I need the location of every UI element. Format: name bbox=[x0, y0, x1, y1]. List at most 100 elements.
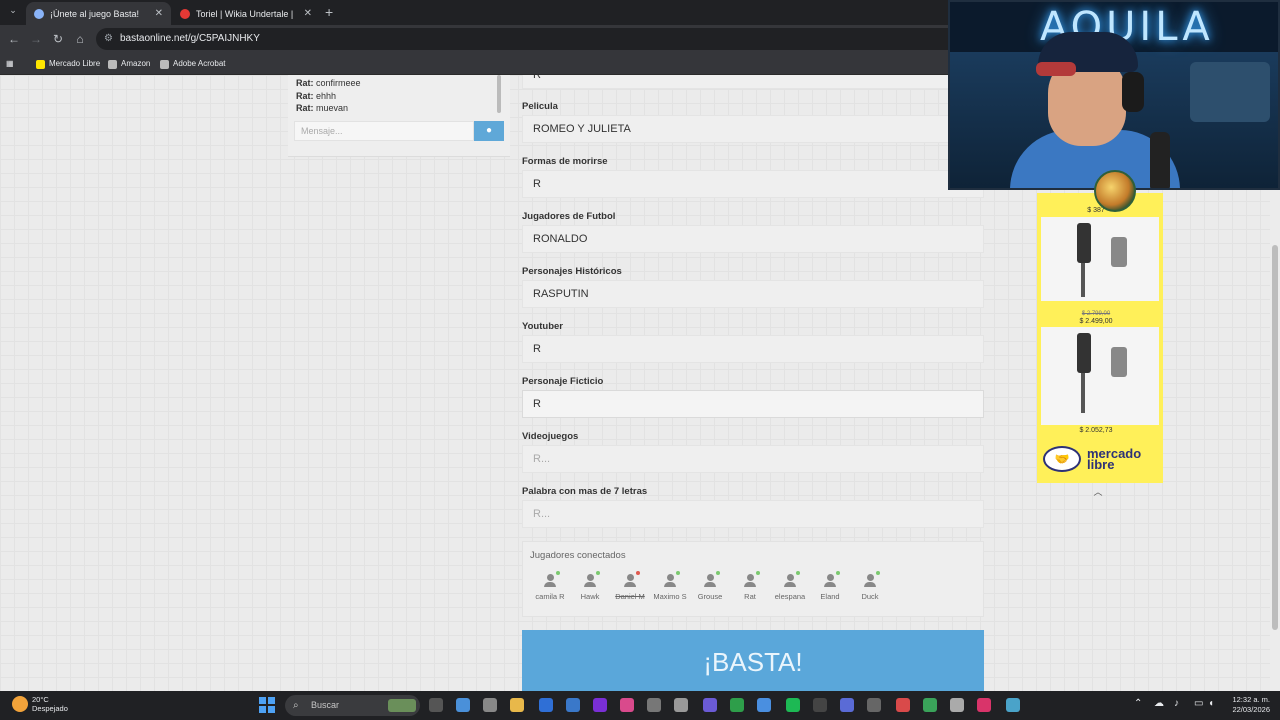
tray-chevron-icon[interactable]: ⌃ bbox=[1134, 698, 1142, 709]
category-label: Formas de morirse bbox=[522, 156, 608, 167]
site-info-icon[interactable]: ⚙ bbox=[104, 28, 113, 50]
url-text: bastaonline.net/g/C5PAIJNHKY bbox=[120, 33, 260, 44]
tray-mic-icon[interactable]: ♪ bbox=[1174, 698, 1179, 709]
app-icon[interactable] bbox=[1006, 698, 1020, 712]
tab-basta[interactable]: ¡Únete al juego Basta! ✕ bbox=[26, 2, 171, 25]
player-item: Daniel M bbox=[609, 571, 651, 601]
chrome-icon[interactable] bbox=[757, 698, 771, 712]
tab-toriel[interactable]: Toriel | Wikia Undertale | Fandom ✕ bbox=[172, 2, 320, 25]
player-name: Hawk bbox=[580, 592, 600, 601]
home-icon[interactable]: ⌂ bbox=[72, 31, 88, 47]
address-bar[interactable]: ⚙ bastaonline.net/g/C5PAIJNHKY bbox=[96, 28, 996, 50]
user-icon bbox=[624, 571, 640, 587]
category-field-palabra-larga[interactable]: R... bbox=[522, 500, 984, 528]
settings-icon[interactable] bbox=[456, 698, 470, 712]
microphone-icon bbox=[1150, 132, 1170, 188]
tray-display-icon[interactable]: ▭ bbox=[1194, 698, 1203, 709]
ad-product-image[interactable] bbox=[1041, 327, 1159, 425]
app-icon[interactable] bbox=[539, 698, 553, 712]
user-icon bbox=[584, 571, 600, 587]
forward-icon[interactable]: → bbox=[28, 31, 44, 47]
discord-icon[interactable] bbox=[703, 698, 717, 712]
category-field-personajes-historicos[interactable]: RASPUTIN bbox=[522, 280, 984, 308]
send-message-button[interactable]: ● bbox=[474, 121, 504, 141]
user-icon bbox=[544, 571, 560, 587]
ad-product-image[interactable] bbox=[1041, 217, 1159, 301]
user-icon bbox=[784, 571, 800, 587]
app-icon[interactable] bbox=[813, 698, 827, 712]
globe-icon bbox=[34, 8, 44, 19]
category-field-partial[interactable]: R bbox=[522, 75, 984, 89]
webcam-person-cap-brim bbox=[1036, 62, 1076, 76]
windows-taskbar: 20°C Despejado ⌕ Buscar ⌃ ☁ ♪ ▭ ◖ 12:32 a… bbox=[0, 691, 1280, 720]
category-label: Jugadores de Futbol bbox=[522, 211, 616, 222]
tray-volume-icon[interactable]: ◖ bbox=[1208, 698, 1214, 709]
scrollbar-thumb[interactable] bbox=[1272, 245, 1278, 630]
player-name: elespana bbox=[774, 592, 806, 601]
app-icon[interactable] bbox=[840, 698, 854, 712]
taskbar-clock[interactable]: 12:32 a. m. 22/03/2026 bbox=[1224, 695, 1270, 715]
chat-user: Rat: bbox=[296, 90, 314, 101]
instagram-icon[interactable] bbox=[620, 698, 634, 712]
next-app-icon[interactable] bbox=[593, 698, 607, 712]
clock-date: 22/03/2026 bbox=[1232, 705, 1270, 714]
handshake-icon: 🤝 bbox=[1043, 446, 1081, 472]
chat-bubble-icon: ● bbox=[485, 125, 493, 136]
close-tab-icon[interactable]: ✕ bbox=[304, 8, 312, 19]
bookmark-mercado-libre[interactable]: Mercado Libre bbox=[36, 57, 100, 71]
app-icon[interactable] bbox=[674, 698, 688, 712]
task-view-icon[interactable] bbox=[429, 698, 443, 712]
acrobat-icon bbox=[160, 59, 169, 69]
player-item: Grouse bbox=[689, 571, 731, 601]
taskbar-search[interactable]: ⌕ Buscar bbox=[285, 695, 420, 716]
category-field-jugadores-de-futbol[interactable]: RONALDO bbox=[522, 225, 984, 253]
back-icon[interactable]: ← bbox=[6, 31, 22, 47]
bookmark-amazon[interactable]: Amazon bbox=[108, 57, 150, 71]
obs-icon[interactable] bbox=[647, 698, 661, 712]
store-icon[interactable] bbox=[483, 698, 497, 712]
ad-old-price: $ 2.799,00 bbox=[1081, 311, 1111, 317]
category-field-formas-de-morirse[interactable]: R bbox=[522, 170, 984, 198]
apps-icon[interactable]: ▦ bbox=[6, 57, 14, 71]
amazon-icon bbox=[108, 59, 117, 69]
bookmark-adobe-acrobat[interactable]: Adobe Acrobat bbox=[160, 57, 225, 71]
category-field-videojuegos[interactable]: R... bbox=[522, 445, 984, 473]
category-field-pelicula[interactable]: ROMEO Y JULIETA bbox=[522, 115, 984, 143]
ad-collapse-icon[interactable]: ︿ bbox=[1091, 485, 1105, 497]
weather-widget[interactable]: 20°C Despejado bbox=[12, 695, 68, 713]
player-item: Maximo S bbox=[649, 571, 691, 601]
tray-cloud-icon[interactable]: ☁ bbox=[1154, 698, 1164, 709]
app-icon[interactable] bbox=[950, 698, 964, 712]
basta-button[interactable]: ¡BASTA! bbox=[522, 630, 984, 691]
spotify-icon[interactable] bbox=[786, 698, 800, 712]
player-name: Rat bbox=[744, 592, 756, 601]
file-explorer-icon[interactable] bbox=[510, 698, 524, 712]
windows-start-icon[interactable] bbox=[259, 697, 275, 713]
connected-players-panel: Jugadores conectados camila R Hawk Danie… bbox=[522, 541, 984, 617]
tiktok-icon[interactable] bbox=[977, 698, 991, 712]
close-tab-icon[interactable]: ✕ bbox=[155, 8, 163, 19]
player-name: Maximo S bbox=[653, 592, 687, 601]
player-name: Eland bbox=[820, 592, 840, 601]
mercado-libre-icon bbox=[36, 59, 45, 69]
heart-icon bbox=[180, 8, 190, 19]
chat-scrollbar[interactable] bbox=[497, 75, 501, 113]
new-tab-button[interactable]: + bbox=[325, 4, 333, 20]
ad-price: $ 2.499,00 bbox=[1079, 318, 1113, 325]
chat-message-input[interactable]: Mensaje... bbox=[294, 121, 474, 141]
tf-app-icon[interactable] bbox=[896, 698, 910, 712]
app-icon[interactable] bbox=[923, 698, 937, 712]
reload-icon[interactable]: ↻ bbox=[50, 31, 66, 47]
player-item: Eland bbox=[809, 571, 851, 601]
tab-search-icon[interactable]: ⌄ bbox=[6, 5, 20, 19]
user-icon bbox=[744, 571, 760, 587]
category-field-youtuber[interactable]: R bbox=[522, 335, 984, 363]
category-field-personaje-ficticio[interactable]: R bbox=[522, 390, 984, 418]
bookmark-label: Adobe Acrobat bbox=[173, 59, 226, 68]
xbox-icon[interactable] bbox=[730, 698, 744, 712]
notepad-icon[interactable] bbox=[566, 698, 580, 712]
search-icon: ⌕ bbox=[293, 700, 299, 711]
chat-message: Rat: confirmeee bbox=[296, 77, 361, 90]
mercado-libre-ad[interactable]: $ 387 $ 2.799,00 $ 2.499,00 $ 2.052,73 🤝… bbox=[1037, 193, 1163, 483]
audio-app-icon[interactable] bbox=[867, 698, 881, 712]
